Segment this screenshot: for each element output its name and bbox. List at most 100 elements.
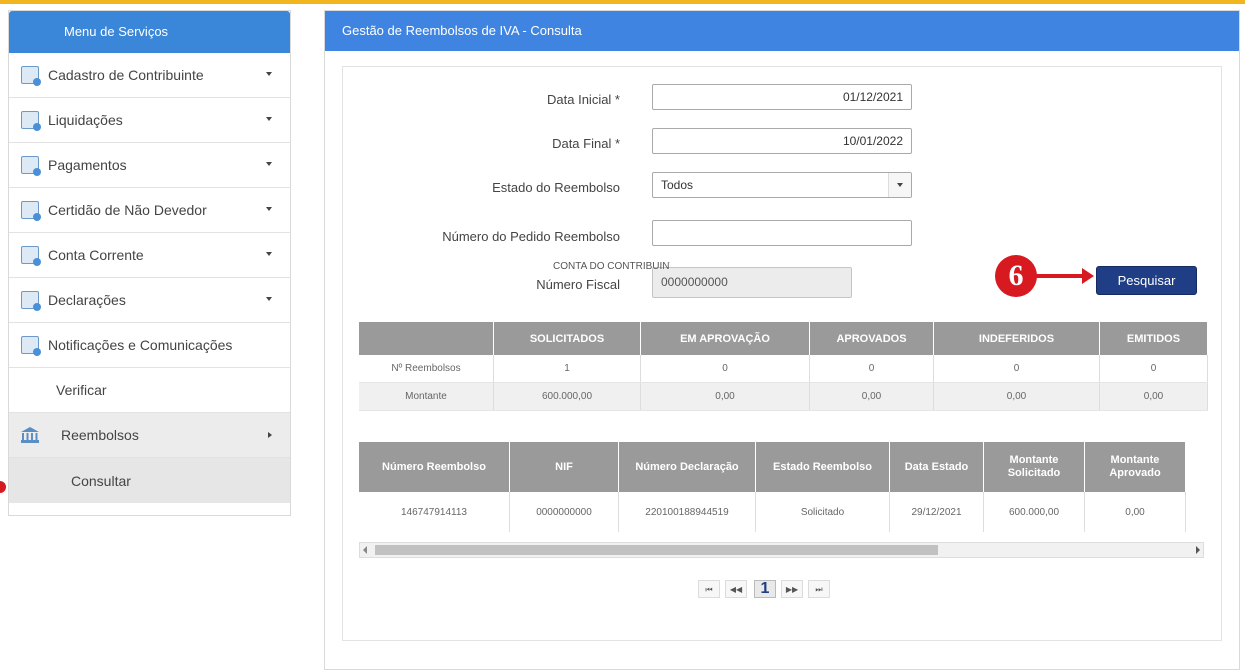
summary-header: SOLICITADOS <box>493 322 641 355</box>
summary-cell: 0 <box>809 355 934 383</box>
summary-header: APROVADOS <box>809 322 934 355</box>
numero-fiscal-label: Número Fiscal <box>536 277 620 292</box>
sidebar-item-label: Verificar <box>56 382 107 398</box>
page-number-button[interactable]: 1 <box>754 580 776 598</box>
numero-fiscal-input: 0000000000 <box>652 267 852 298</box>
table-row: Nº Reembolsos 1 0 0 0 0 <box>359 355 1208 383</box>
sidebar-item-label: Consultar <box>71 472 131 489</box>
summary-cell: 0,00 <box>640 382 810 411</box>
summary-cell: 0 <box>933 355 1100 383</box>
summary-cell: 0,00 <box>1099 382 1208 411</box>
sidebar-item-label: Liquidações <box>48 112 123 128</box>
data-inicial-input[interactable]: 01/12/2021 <box>652 84 912 110</box>
results-header[interactable]: Data Estado <box>889 442 984 492</box>
summary-cell: Montante <box>359 382 494 411</box>
data-final-label: Data Final * <box>552 136 620 151</box>
summary-cell: 1 <box>493 355 641 383</box>
estado-selected-value: Todos <box>661 178 694 192</box>
data-final-input[interactable]: 10/01/2022 <box>652 128 912 154</box>
services-menu: Menu de Serviços Cadastro de Contribuint… <box>8 10 291 516</box>
results-header[interactable]: Montante Solicitado <box>983 442 1085 492</box>
pagination: ⏮ ◀◀ 1 ▶▶ ⏭ <box>698 580 830 598</box>
results-header[interactable]: Estado Reembolso <box>755 442 890 492</box>
prev-page-button[interactable]: ◀◀ <box>725 580 747 598</box>
chevron-down-icon[interactable] <box>888 173 911 197</box>
results-cell: 0000000000 <box>509 492 619 532</box>
results-header[interactable]: Número Declaração <box>618 442 756 492</box>
table-row[interactable]: 146747914113 0000000000 220100188944519 … <box>359 492 1186 532</box>
summary-table: SOLICITADOS EM APROVAÇÃO APROVADOS INDEF… <box>359 322 1208 411</box>
sidebar-item-declaracoes[interactable]: Declarações <box>9 278 290 323</box>
top-accent-bar <box>0 0 1245 4</box>
table-row: Montante 600.000,00 0,00 0,00 0,00 0,00 <box>359 382 1208 411</box>
sidebar-item-label: Conta Corrente <box>48 247 144 263</box>
data-inicial-label: Data Inicial * <box>547 92 620 107</box>
step-badge: 6 <box>995 255 1037 297</box>
summary-header <box>359 322 494 355</box>
summary-cell: 0 <box>640 355 810 383</box>
caret-down-icon <box>266 72 272 76</box>
results-cell: Solicitado <box>755 492 890 532</box>
caret-right-icon <box>268 432 272 438</box>
caret-down-icon <box>266 252 272 256</box>
search-button[interactable]: Pesquisar <box>1096 266 1197 295</box>
first-page-button[interactable]: ⏮ <box>698 580 720 598</box>
sidebar-item-label: Certidão de Não Devedor <box>48 202 207 218</box>
sidebar-item-pagamentos[interactable]: Pagamentos <box>9 143 290 188</box>
results-cell: 600.000,00 <box>983 492 1085 532</box>
numero-pedido-label: Número do Pedido Reembolso <box>442 229 620 244</box>
services-menu-title: Menu de Serviços <box>9 11 290 53</box>
scroll-left-arrow-icon[interactable] <box>363 546 367 554</box>
numero-pedido-input[interactable] <box>652 220 912 246</box>
annotation-pointer <box>0 481 6 493</box>
sidebar-item-label: Declarações <box>48 292 126 308</box>
sidebar-item-cadastro[interactable]: Cadastro de Contribuinte <box>9 53 290 98</box>
scroll-right-arrow-icon[interactable] <box>1196 546 1200 554</box>
results-header-row: Número Reembolso NIF Número Declaração E… <box>359 442 1186 492</box>
results-table: Número Reembolso NIF Número Declaração E… <box>359 442 1186 532</box>
certificate-icon <box>21 201 41 221</box>
payments-icon <box>21 156 41 176</box>
last-page-button[interactable]: ⏭ <box>808 580 830 598</box>
results-cell: 29/12/2021 <box>889 492 984 532</box>
next-page-button[interactable]: ▶▶ <box>781 580 803 598</box>
results-header[interactable]: NIF <box>509 442 619 492</box>
summary-header-row: SOLICITADOS EM APROVAÇÃO APROVADOS INDEF… <box>359 322 1208 355</box>
sidebar-item-reembolsos[interactable]: Reembolsos <box>9 413 290 458</box>
annotation-arrow <box>1030 274 1086 278</box>
estado-select[interactable]: Todos <box>652 172 912 198</box>
account-icon <box>21 246 41 266</box>
scrollbar-thumb[interactable] <box>375 545 938 555</box>
estado-label: Estado do Reembolso <box>492 180 620 195</box>
sidebar-item-notificacoes[interactable]: Notificações e Comunicações <box>9 323 290 368</box>
summary-cell: 600.000,00 <box>493 382 641 411</box>
results-header[interactable]: Montante Aprovado <box>1084 442 1186 492</box>
summary-cell: 0 <box>1099 355 1208 383</box>
sidebar-item-label: Notificações e Comunicações <box>48 337 233 353</box>
summary-cell: Nº Reembolsos <box>359 355 494 383</box>
caret-down-icon <box>266 162 272 166</box>
sidebar-item-verificar[interactable]: Verificar <box>9 368 290 413</box>
sidebar-item-conta-corrente[interactable]: Conta Corrente <box>9 233 290 278</box>
sidebar-subitem-consultar[interactable]: Consultar <box>9 458 290 503</box>
sidebar-item-label: Reembolsos <box>61 427 139 443</box>
caret-down-icon <box>266 207 272 211</box>
caret-down-icon <box>266 297 272 301</box>
bank-icon <box>21 427 39 443</box>
results-cell: 0,00 <box>1084 492 1186 532</box>
sidebar-item-certidao[interactable]: Certidão de Não Devedor <box>9 188 290 233</box>
summary-header: INDEFERIDOS <box>933 322 1100 355</box>
horizontal-scrollbar[interactable] <box>359 542 1204 558</box>
notifications-icon <box>21 336 41 356</box>
settlement-icon <box>21 111 41 131</box>
summary-header: EMITIDOS <box>1099 322 1208 355</box>
sidebar-item-label: Cadastro de Contribuinte <box>48 67 204 83</box>
results-header[interactable]: Número Reembolso <box>359 442 510 492</box>
results-cell: 220100188944519 <box>618 492 756 532</box>
annotation-arrowhead <box>1082 268 1094 284</box>
sidebar-item-liquidacoes[interactable]: Liquidações <box>9 98 290 143</box>
summary-header: EM APROVAÇÃO <box>640 322 810 355</box>
sidebar-item-label: Pagamentos <box>48 157 127 173</box>
summary-cell: 0,00 <box>809 382 934 411</box>
page-title: Gestão de Reembolsos de IVA - Consulta <box>325 11 1239 51</box>
